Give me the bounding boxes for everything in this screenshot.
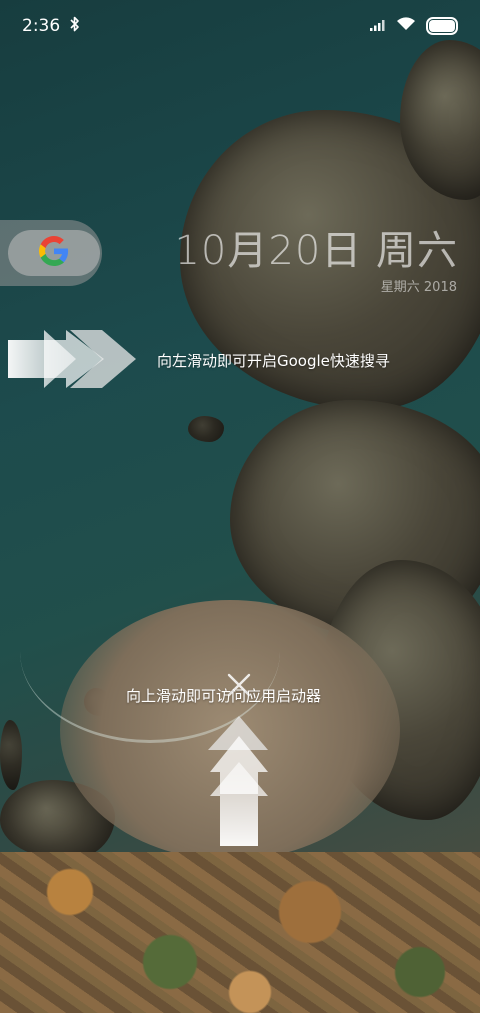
rock-left-edge (0, 720, 22, 790)
swipe-up-hint: 向上滑动即可访问应用启动器 (126, 687, 322, 705)
wallpaper (0, 0, 480, 1013)
bottom-terrain (0, 852, 480, 1013)
swipe-left-hint: 向左滑动即可开启Google快速搜寻 (157, 352, 390, 370)
signal-icon (370, 16, 386, 36)
battery-level (429, 20, 455, 32)
wifi-icon (396, 16, 416, 36)
lockscreen-date-sub: 星期六 2018 (380, 280, 457, 295)
bluetooth-icon (70, 16, 80, 37)
swipe-left-arrows-icon (6, 326, 138, 396)
lockscreen-date: 10月20日 周六 (174, 228, 458, 274)
status-bar: 2:36 (0, 0, 480, 52)
rock-small (188, 416, 224, 442)
swipe-up-arrows-icon (206, 714, 272, 852)
status-time: 2:36 (22, 16, 61, 36)
battery-icon (426, 17, 458, 35)
